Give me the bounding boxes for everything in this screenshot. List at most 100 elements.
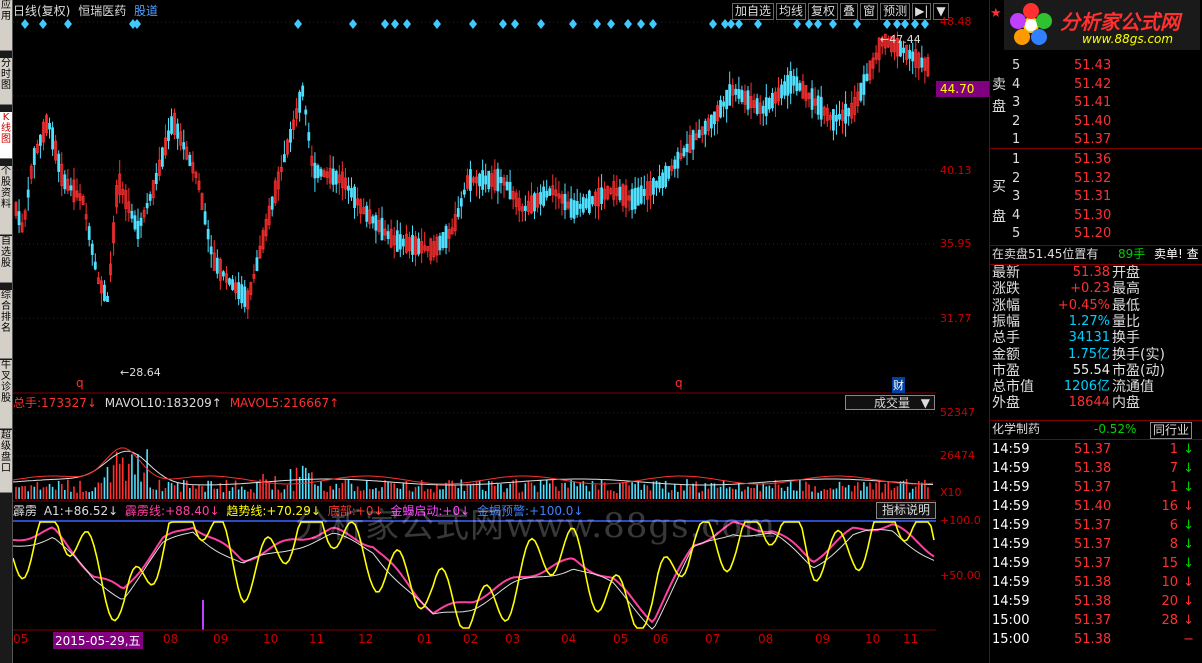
sell-level-row[interactable]: 4 51.42 (990, 75, 1200, 94)
event-marker-q[interactable]: q (675, 376, 683, 390)
candle-body (588, 190, 591, 213)
candle-body (667, 166, 671, 179)
quote-label-2: 换手(实) (1112, 346, 1165, 363)
diamond-marker-icon (391, 19, 399, 29)
tab-intraday[interactable]: 分时图 (0, 58, 12, 105)
quote-label-2: 市盈(动) (1112, 362, 1165, 379)
candle-body (838, 113, 841, 120)
tab-apps[interactable]: 应用 (0, 0, 12, 51)
candle-body (221, 271, 225, 277)
quote-label-2: 流通值 (1112, 379, 1154, 396)
buy-level-row[interactable]: 5 51.20 (990, 224, 1200, 243)
candle-body (331, 168, 335, 185)
high-marker: ←47.44 (880, 33, 921, 46)
kline-chart[interactable] (13, 0, 936, 663)
candle-body (487, 170, 491, 190)
candle-body (508, 181, 512, 200)
add-watchlist-button[interactable]: 加自选 (732, 3, 775, 20)
sell-level-row[interactable]: 5 51.43 (990, 56, 1200, 75)
tab-watchlist[interactable]: 自选股 (0, 236, 12, 283)
quote-row: 金额 1.75亿 换手(实) (990, 347, 1200, 363)
adjust-button[interactable]: 复权 (808, 3, 839, 20)
period-label[interactable]: 日线(复权) (13, 4, 70, 18)
candle-body (652, 178, 655, 195)
tick-price: 51.40 (1074, 499, 1112, 514)
sector-name[interactable]: 化学制药 (992, 420, 1040, 439)
candle-body (478, 173, 482, 187)
quote-label-2: 内盘 (1112, 395, 1140, 412)
diamond-marker-icon (829, 19, 837, 29)
candle-body (618, 186, 622, 201)
tab-level2[interactable]: 超级盘口 (0, 430, 12, 493)
candle-body (682, 147, 686, 157)
tick-row: 14:59 51.37 1 ↓ (990, 440, 1200, 459)
event-marker-finance[interactable]: 财 (892, 377, 905, 393)
candle-body (728, 84, 732, 106)
buy-level-row[interactable]: 2 51.32 (990, 169, 1200, 188)
candle-body (401, 238, 405, 247)
window-button[interactable]: 窗 (860, 3, 879, 20)
tick-time: 14:59 (992, 442, 1030, 457)
tab-kline[interactable]: K线图 (0, 112, 12, 159)
candle-body (371, 216, 375, 224)
date-label: 09 (815, 632, 831, 646)
event-marker-q[interactable]: q (76, 376, 84, 390)
sector-tab[interactable]: 同行业 (1150, 422, 1193, 439)
tick-time: 14:59 (992, 537, 1030, 552)
tab-stock-info[interactable]: 个股资料 (0, 166, 12, 235)
left-tab-bar: 应用 分时图 K线图 个股资料 自选股 综合排名 牛叉诊股 超级盘口 (0, 0, 13, 663)
sell-level-row[interactable]: 2 51.40 (990, 112, 1200, 131)
buy-level-row[interactable]: 4 51.30 (990, 206, 1200, 225)
scroll-arrows-icon[interactable]: ▶| (912, 3, 932, 20)
volume-tick: 26474 (940, 449, 975, 462)
overlay-button[interactable]: 叠 (840, 3, 859, 20)
candle-body (746, 90, 750, 110)
candle-body (764, 97, 768, 117)
total-volume-label: 总手: (13, 396, 42, 410)
quote-label-2: 最低 (1112, 297, 1140, 314)
quote-value: +0.45% (1057, 297, 1110, 313)
level-number: 2 (1012, 170, 1021, 186)
candle-body (301, 85, 305, 97)
notice-action[interactable]: 卖单! 查 (1154, 245, 1199, 264)
ma-button[interactable]: 均线 (776, 3, 807, 20)
quote-row: 最新 51.38 开盘 (990, 265, 1200, 281)
tick-time: 14:59 (992, 575, 1030, 590)
candle-body (734, 88, 738, 95)
tab-diagnosis[interactable]: 牛叉诊股 (0, 360, 12, 429)
order-notice[interactable]: 在卖盘51.45位置有 89手 卖单! 查 (990, 245, 1200, 264)
sell-level-row[interactable]: 3 51.41 (990, 93, 1200, 112)
candle-body (130, 210, 134, 219)
sell-level-row[interactable]: 1 51.37 (990, 130, 1200, 149)
level-number: 5 (1012, 226, 1021, 241)
tick-time: 14:59 (992, 594, 1030, 609)
diamond-marker-icon (805, 19, 813, 29)
indicator-name[interactable]: 霹雳 (13, 504, 37, 518)
indicator-help-button[interactable]: 指标说明 (876, 502, 936, 519)
brand-logo: 分析家公式网 www.88gs.com (1004, 0, 1200, 50)
tick-time: 14:59 (992, 461, 1030, 476)
tick-price: 51.38 (1074, 575, 1112, 590)
tick-price: 51.37 (1074, 480, 1112, 495)
total-volume-value: 173327↓ (41, 396, 97, 410)
candle-body (417, 238, 421, 255)
diamond-marker-icon (607, 19, 615, 29)
gudao-link[interactable]: 股道 (134, 4, 158, 18)
forecast-button[interactable]: 预测 (880, 3, 911, 20)
star-icon[interactable]: ★ (990, 6, 1002, 21)
candle-body (563, 193, 567, 211)
sector-row[interactable]: 化学制药 -0.52% 同行业 (990, 420, 1200, 439)
candle-body (170, 116, 173, 134)
tab-ranking[interactable]: 综合排名 (0, 290, 12, 359)
buy-level-row[interactable]: 3 51.31 (990, 187, 1200, 206)
candle-body (819, 96, 823, 120)
diamond-marker-icon (853, 19, 861, 29)
volume-indicator-select[interactable]: 成交量 ▼ (845, 395, 935, 410)
buy-level-row[interactable]: 1 51.36 (990, 150, 1200, 169)
candle-body (783, 81, 786, 96)
candle-body (90, 243, 94, 255)
date-label: 01 (417, 632, 433, 646)
diamond-marker-icon (624, 19, 632, 29)
quote-label-2: 开盘 (1112, 265, 1140, 281)
candle-body (231, 279, 234, 290)
